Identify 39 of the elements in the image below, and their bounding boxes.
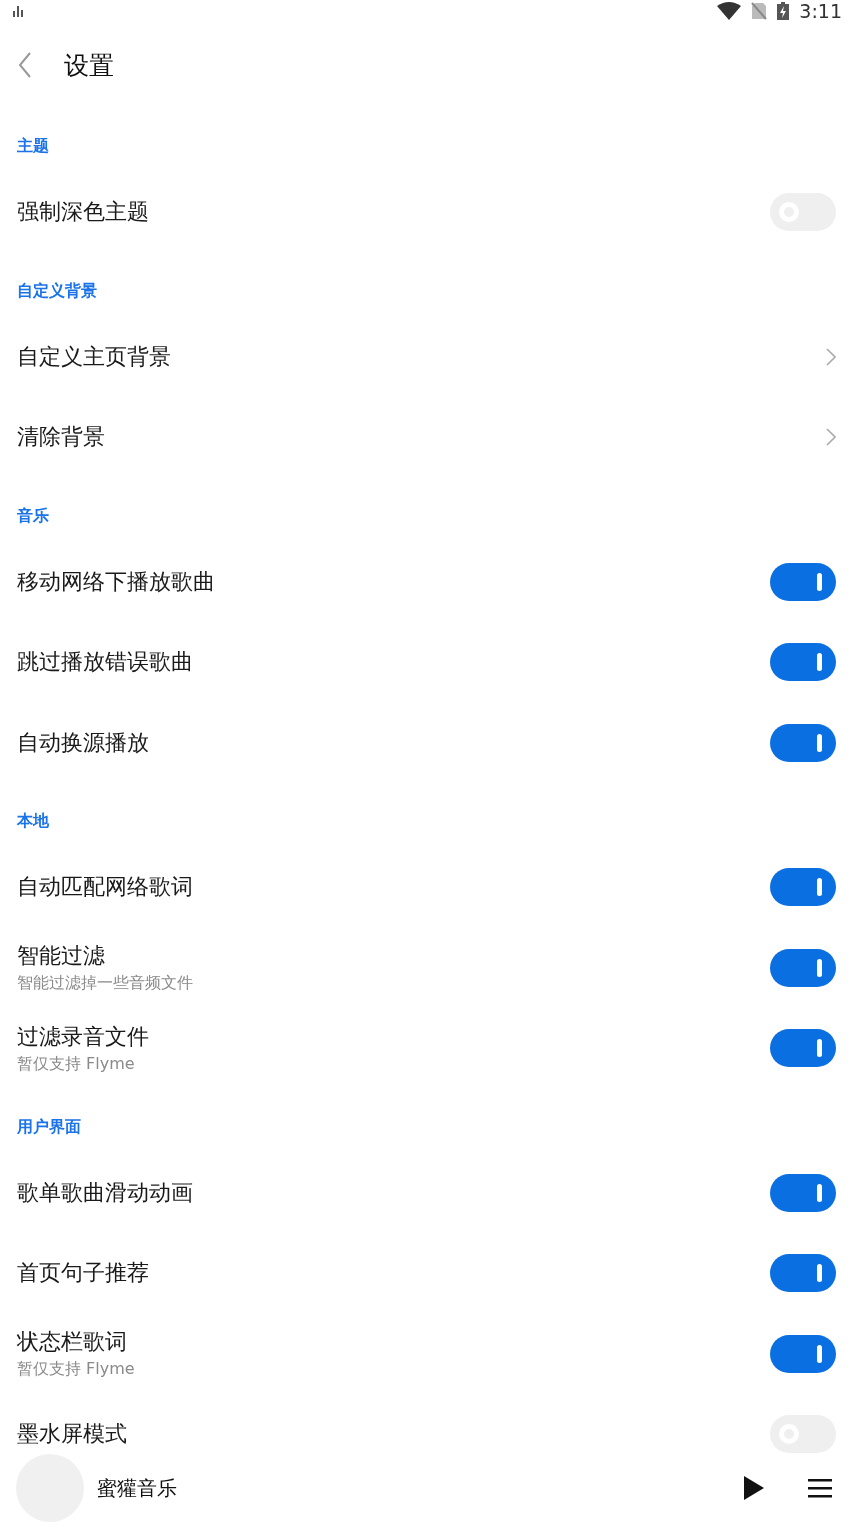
setting-label: 过滤录音文件 [17,1022,149,1051]
toggle-switch[interactable] [770,868,836,907]
player-title: 蜜獾音乐 [97,1474,178,1502]
section-title: 主题 [17,136,49,155]
wifi-icon [717,2,742,20]
toggle-switch[interactable] [770,1173,836,1212]
toggle-switch[interactable] [770,562,836,601]
section-title: 自定义背景 [17,280,97,300]
setting-label: 首页句子推荐 [17,1259,149,1288]
setting-label: 状态栏歌词 [17,1328,127,1357]
toggle-switch[interactable] [770,1254,836,1293]
setting-label: 墨水屏模式 [17,1420,127,1449]
section-title: 本地 [17,811,49,830]
play-icon[interactable] [743,1475,765,1501]
section-title: 音乐 [17,505,49,525]
setting-label: 清除背景 [17,423,105,452]
setting-label: 歌单歌曲滑动动画 [17,1178,193,1207]
toggle-switch[interactable] [770,643,836,682]
no-sim-icon [751,2,768,20]
setting-description: 智能过滤掉一些音频文件 [17,973,193,995]
setting-label: 自动换源播放 [17,728,149,757]
toggle-switch[interactable] [770,948,836,987]
setting-label: 自动匹配网络歌词 [17,873,193,902]
signal-icon [12,5,24,17]
setting-label: 跳过播放错误歌曲 [17,648,193,677]
setting-label: 自定义主页背景 [17,342,171,371]
toggle-switch[interactable] [770,1334,836,1373]
setting-label: 强制深色主题 [17,198,149,227]
setting-label: 智能过滤 [17,942,105,971]
toggle-switch[interactable] [770,1029,836,1068]
setting-label: 移动网络下播放歌曲 [17,567,215,596]
page-title: 设置 [64,49,114,82]
setting-description: 暂仅支持 Flyme [17,1359,135,1381]
setting-description: 暂仅支持 Flyme [17,1053,135,1075]
toggle-switch[interactable] [770,723,836,762]
status-time: 3:11 [799,0,842,22]
playlist-icon[interactable] [808,1478,832,1498]
back-icon[interactable] [18,52,32,78]
section-title: 用户界面 [17,1116,81,1136]
